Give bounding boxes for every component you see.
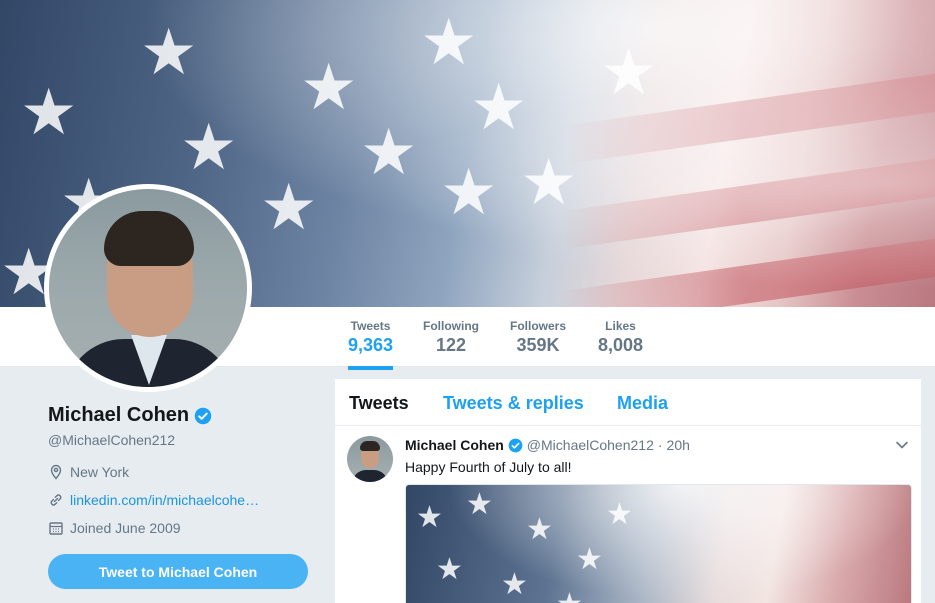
tweet-timestamp[interactable]: 20h [667, 437, 690, 453]
stat-label: Following [423, 319, 479, 333]
stat-likes[interactable]: Likes 8,008 [598, 319, 643, 356]
tweet-to-button[interactable]: Tweet to Michael Cohen [48, 554, 308, 589]
profile-website[interactable]: linkedin.com/in/michaelcohe… [48, 492, 259, 508]
profile-avatar[interactable] [44, 184, 252, 392]
profile-handle[interactable]: @MichaelCohen212 [48, 432, 175, 448]
chevron-down-icon[interactable] [895, 438, 909, 452]
stat-value: 9,363 [348, 335, 394, 355]
profile-joined: Joined June 2009 [48, 520, 181, 536]
stat-value: 359K [516, 335, 560, 355]
verified-badge-icon [194, 407, 212, 424]
tweet-text: Happy Fourth of July to all! [405, 459, 572, 475]
verified-badge-icon [508, 438, 523, 452]
stat-tweets[interactable]: Tweets 9,363 [348, 319, 394, 370]
location-pin-icon [50, 464, 62, 480]
stat-following[interactable]: Following 122 [423, 319, 479, 356]
tweet-author-name[interactable]: Michael Cohen [405, 437, 504, 453]
calendar-icon [49, 522, 63, 535]
profile-location: New York [48, 464, 129, 480]
tweet-author-handle[interactable]: @MichaelCohen212 [527, 437, 654, 453]
timeline: Tweets Tweets & replies Media Michael Co… [334, 378, 922, 603]
tweet-item[interactable]: Michael Cohen @MichaelCohen212 · 20h Hap… [335, 426, 921, 603]
joined-text: Joined June 2009 [70, 520, 181, 536]
stat-label: Likes [605, 319, 636, 333]
stat-followers[interactable]: Followers 359K [510, 319, 566, 356]
link-icon [50, 494, 62, 506]
website-link[interactable]: linkedin.com/in/michaelcohe… [70, 492, 259, 508]
stat-label: Tweets [350, 319, 391, 333]
tab-media[interactable]: Media [617, 393, 668, 414]
location-text: New York [70, 464, 130, 480]
stat-value: 122 [435, 335, 467, 355]
tab-tweets[interactable]: Tweets [349, 393, 409, 414]
stat-label: Followers [510, 319, 567, 333]
profile-name[interactable]: Michael Cohen [48, 404, 212, 427]
tweet-avatar[interactable] [347, 436, 393, 482]
profile-name-text: Michael Cohen [48, 404, 190, 426]
tweet-media-image[interactable]: ★ ★ ★ ★ ★ ★ ★ ★ [405, 484, 912, 603]
tweet-separator: · [657, 437, 663, 453]
tweet-header: Michael Cohen @MichaelCohen212 · 20h [405, 437, 690, 453]
tab-tweets-replies[interactable]: Tweets & replies [443, 393, 584, 414]
timeline-tabs: Tweets Tweets & replies Media [335, 379, 921, 426]
stat-value: 8,008 [598, 335, 644, 355]
